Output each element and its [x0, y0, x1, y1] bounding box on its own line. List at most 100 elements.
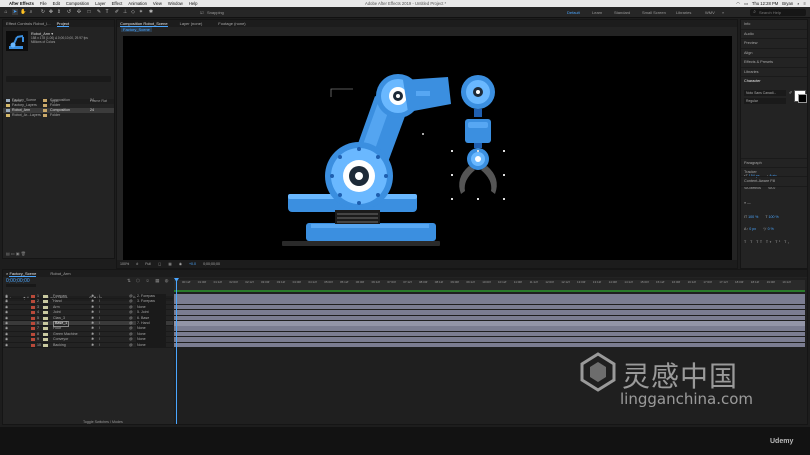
layer-duration-bar[interactable]: [174, 326, 805, 331]
faux-bold-button[interactable]: T: [744, 240, 748, 244]
resolution-select[interactable]: Full: [145, 262, 151, 266]
layer-row[interactable]: ◉ 10 Backing ✱ / @ None: [3, 342, 173, 348]
menu-effect[interactable]: Effect: [112, 1, 123, 6]
quality-switch-icon[interactable]: /: [99, 310, 100, 315]
superscript-button[interactable]: T¹: [775, 240, 781, 244]
parent-select[interactable]: 7. Hand: [136, 320, 166, 326]
layer-label-swatch[interactable]: [31, 295, 35, 298]
tab-project[interactable]: Project: [56, 21, 70, 27]
pickwhip-icon[interactable]: @: [129, 332, 133, 337]
tab-effect-controls[interactable]: Effect Controls Robot_I...: [6, 21, 51, 26]
visibility-eye-icon[interactable]: ◉: [5, 343, 8, 348]
eraser-tool-icon[interactable]: ◇: [130, 9, 136, 15]
new-folder-icon[interactable]: ▭: [11, 251, 15, 256]
collapse-switch-icon[interactable]: ✱: [91, 332, 94, 337]
stroke-color-swatch[interactable]: [798, 94, 807, 103]
panel-paragraph[interactable]: Paragraph: [741, 158, 807, 168]
label-swatch[interactable]: [43, 114, 47, 117]
workspace-libraries[interactable]: Libraries: [676, 9, 691, 16]
new-comp-icon[interactable]: ▣: [16, 251, 20, 256]
pickwhip-icon[interactable]: @: [129, 343, 133, 348]
menu-help[interactable]: Help: [189, 1, 198, 6]
quality-switch-icon[interactable]: /: [99, 326, 100, 331]
layer-name[interactable]: Arm: [53, 305, 60, 310]
workspace-learn[interactable]: Learn: [592, 9, 602, 16]
toggle-switches-modes[interactable]: Toggle Switches / Modes: [83, 420, 123, 424]
visibility-eye-icon[interactable]: ◉: [5, 326, 8, 331]
layer-label-swatch[interactable]: [31, 332, 35, 336]
selection-tool-icon[interactable]: ➤: [12, 9, 18, 15]
interpret-footage-icon[interactable]: ▤: [6, 251, 10, 256]
parent-select[interactable]: None: [136, 331, 166, 337]
tab-factory-scene[interactable]: × Factory_Scene: [6, 271, 37, 277]
home-icon[interactable]: ⌂: [3, 9, 9, 15]
baseline-value[interactable]: 0 px: [749, 227, 756, 231]
label-swatch[interactable]: [43, 99, 47, 102]
quality-switch-icon[interactable]: /: [99, 321, 100, 326]
comp-flowchart-icon[interactable]: ⇅: [127, 278, 133, 283]
collapse-switch-icon[interactable]: ✱: [91, 294, 94, 299]
layer-duration-bar[interactable]: [174, 331, 805, 337]
layer-name[interactable]: Backing: [53, 343, 66, 348]
layer-name[interactable]: Floor: [53, 326, 61, 331]
panel-audio[interactable]: Audio: [741, 30, 807, 39]
comp-canvas[interactable]: [123, 36, 732, 260]
comp-timecode[interactable]: 0;00;00;00: [203, 262, 220, 266]
quality-switch-icon[interactable]: /: [99, 343, 100, 348]
battery-icon[interactable]: ▭: [744, 1, 748, 6]
layer-label-swatch[interactable]: [31, 338, 35, 342]
layer-name[interactable]: Conveyor: [53, 337, 68, 342]
rectangle-tool-icon[interactable]: □: [86, 9, 92, 15]
workspace-overflow-icon[interactable]: »: [722, 9, 724, 16]
parent-select[interactable]: 2. Forepaw: [136, 294, 166, 299]
collapse-switch-icon[interactable]: ✱: [91, 299, 94, 304]
panel-preview[interactable]: Preview: [741, 39, 807, 49]
panel-info[interactable]: Info: [741, 20, 807, 30]
panel-effects-presets[interactable]: Effects & Presets: [741, 58, 807, 68]
layer-duration-bar[interactable]: [174, 310, 805, 315]
eyedropper-icon[interactable]: ✐: [789, 90, 792, 95]
layer-name[interactable]: Claw_3: [53, 316, 65, 321]
layer-label-swatch[interactable]: [31, 327, 35, 331]
layer-duration-bar[interactable]: [174, 304, 805, 310]
pickwhip-icon[interactable]: @: [129, 316, 133, 321]
trash-icon[interactable]: 🗑: [21, 251, 26, 256]
tab-robot-arm[interactable]: Robot_Arm: [50, 271, 70, 276]
puppet-tool-icon[interactable]: ✱: [148, 9, 154, 15]
region-icon[interactable]: ▢: [158, 262, 161, 266]
playhead[interactable]: [176, 278, 177, 424]
layer-label-swatch[interactable]: [31, 316, 35, 320]
frame-blend-icon[interactable]: ▦: [155, 278, 161, 283]
quality-switch-icon[interactable]: /: [99, 316, 100, 321]
pickwhip-icon[interactable]: @: [129, 310, 133, 315]
user-name[interactable]: Bryan: [782, 1, 793, 6]
tab-composition[interactable]: Composition Robot_Scene: [120, 21, 168, 27]
roto-tool-icon[interactable]: ✶: [138, 9, 144, 15]
font-style-select[interactable]: Regular: [744, 98, 786, 104]
pickwhip-icon[interactable]: @: [129, 337, 133, 342]
layer-duration-bar[interactable]: [174, 299, 805, 304]
work-area-bar[interactable]: [174, 290, 805, 292]
menu-animation[interactable]: Animation: [128, 1, 147, 6]
brush-tool-icon[interactable]: ✐: [114, 9, 120, 15]
panel-align[interactable]: Align: [741, 49, 807, 58]
label-swatch[interactable]: [43, 104, 47, 107]
spotlight-icon[interactable]: ⌕: [797, 1, 799, 6]
layer-label-swatch[interactable]: [31, 321, 35, 325]
exposure-value[interactable]: +0.0: [189, 262, 196, 266]
collapse-switch-icon[interactable]: ✱: [91, 321, 94, 326]
quality-switch-icon[interactable]: /: [99, 294, 100, 299]
collapse-switch-icon[interactable]: ✱: [91, 305, 94, 310]
tab-layer[interactable]: Layer (none): [180, 21, 203, 26]
layer-name[interactable]: Green Machine: [53, 332, 78, 337]
font-family-select[interactable]: Noto Sans Canadi...: [744, 90, 786, 96]
layer-label-swatch[interactable]: [31, 343, 35, 347]
small-caps-button[interactable]: Tт: [766, 240, 773, 244]
search-help-input[interactable]: Search Help: [750, 9, 806, 16]
tab-footage[interactable]: Footage (none): [218, 21, 245, 26]
visibility-eye-icon[interactable]: ◉: [5, 310, 8, 315]
parent-select[interactable]: None: [136, 342, 166, 348]
project-item[interactable]: Robot_Ar...Layers Folder: [3, 113, 114, 118]
layer-name[interactable]: Hand: [53, 299, 62, 304]
transparency-icon[interactable]: ▦: [168, 262, 171, 266]
